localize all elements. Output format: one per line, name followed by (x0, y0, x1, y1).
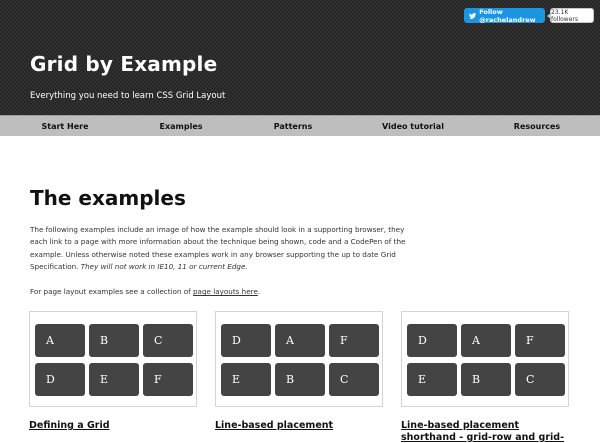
nav-item-video-tutorial[interactable]: Video tutorial (373, 116, 453, 137)
example-card-image[interactable]: D A F E B C (215, 311, 383, 407)
site-title[interactable]: Grid by Example (30, 52, 217, 76)
intro-browser-note: They will not work in IE10, 11 or curren… (80, 261, 248, 271)
page-layouts-text: For page layout examples see a collectio… (30, 287, 193, 296)
nav-item-resources[interactable]: Resources (502, 116, 572, 137)
grid-cell: A (461, 324, 511, 357)
example-card-image[interactable]: D A F E B C (401, 311, 569, 407)
grid-cell: E (221, 363, 271, 396)
grid-cell: A (35, 324, 85, 357)
page-title: The examples (30, 186, 186, 210)
page-layouts-text-end: . (257, 287, 261, 296)
grid-cell: D (221, 324, 271, 357)
grid-cell: B (275, 363, 325, 396)
grid-cell: C (329, 363, 379, 396)
twitter-bird-icon (469, 12, 477, 19)
site-tagline: Everything you need to learn CSS Grid La… (30, 91, 226, 101)
site-header: Grid by Example Everything you need to l… (0, 0, 600, 115)
grid-cell: F (329, 324, 379, 357)
grid-cell: C (143, 324, 193, 357)
example-title-link[interactable]: Line-based placement (215, 420, 390, 432)
grid-cell: B (89, 324, 139, 357)
nav-item-examples[interactable]: Examples (146, 116, 216, 137)
main-nav: Start Here Examples Patterns Video tutor… (0, 115, 600, 136)
grid-cell: B (461, 363, 511, 396)
grid-cell: D (407, 324, 457, 357)
twitter-follower-count[interactable]: 23.1K followers (547, 8, 594, 23)
grid-cell: D (35, 363, 85, 396)
grid-cell: C (515, 363, 565, 396)
page-layouts-link[interactable]: page layouts here (193, 287, 258, 296)
nav-item-patterns[interactable]: Patterns (258, 116, 328, 137)
example-title-link[interactable]: Line-based placement shorthand - grid-ro… (401, 420, 571, 443)
example-card-image[interactable]: A B C D E F (29, 311, 197, 407)
twitter-follow-button[interactable]: Follow @rachelandrew (464, 7, 545, 24)
example-title-link[interactable]: Defining a Grid (29, 420, 204, 432)
grid-cell: E (89, 363, 139, 396)
grid-cell: F (515, 324, 565, 357)
nav-item-start-here[interactable]: Start Here (30, 116, 100, 137)
grid-cell: F (143, 363, 193, 396)
grid-cell: E (407, 363, 457, 396)
intro-paragraph: The following examples include an image … (30, 224, 415, 273)
twitter-follow-label: Follow @rachelandrew (479, 7, 536, 24)
grid-cell: A (275, 324, 325, 357)
page-layouts-paragraph: For page layout examples see a collectio… (30, 286, 415, 298)
